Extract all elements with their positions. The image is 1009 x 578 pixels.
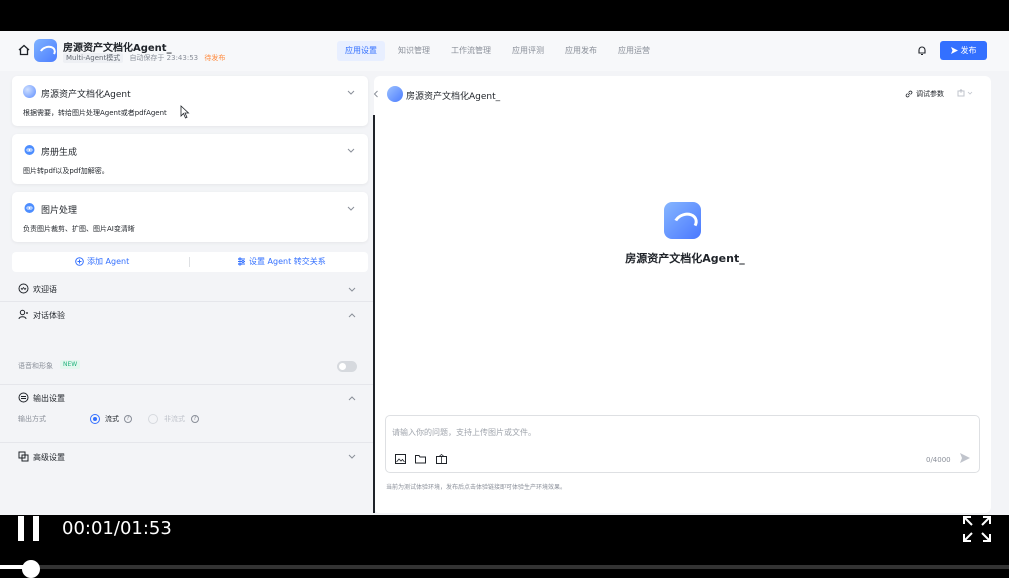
publish-label: 发布 bbox=[960, 46, 977, 55]
non-stream-label: 非流式 bbox=[164, 415, 185, 423]
voice-toggle[interactable] bbox=[337, 361, 357, 372]
set-transfer-button[interactable]: 设置 Agent 转交关系 bbox=[237, 256, 326, 267]
playback-time: 00:01/01:53 bbox=[62, 518, 172, 539]
new-badge: NEW bbox=[60, 360, 81, 369]
divider bbox=[0, 384, 373, 385]
video-controls: 00:01/01:53 bbox=[0, 515, 1009, 578]
chevron-down-icon[interactable] bbox=[348, 287, 356, 293]
welcome-icon bbox=[18, 283, 29, 294]
center-agent-logo bbox=[664, 202, 701, 239]
agent-name: 房源资产文档化Agent bbox=[41, 90, 131, 100]
chat-input[interactable] bbox=[385, 415, 980, 473]
add-agent-button[interactable]: 添加 Agent bbox=[75, 256, 129, 267]
divider bbox=[0, 442, 373, 443]
agent-card-main[interactable]: 房源资产文档化Agent 根据需要，转给图片处理Agent或者pdfAgent bbox=[12, 76, 368, 126]
package-icon[interactable] bbox=[436, 454, 447, 464]
bell-icon[interactable] bbox=[917, 45, 927, 56]
debug-params-button[interactable]: 调试参数 bbox=[905, 89, 944, 99]
top-header: 房源资产文档化Agent_ Multi-Agent模式 自动保存于 23:43:… bbox=[0, 31, 1009, 71]
voice-label: 语音和形象 bbox=[18, 362, 53, 370]
panel-divider[interactable] bbox=[373, 115, 375, 513]
preview-title: 房源资产文档化Agent_ bbox=[406, 92, 501, 102]
folder-icon[interactable] bbox=[415, 454, 426, 464]
send-icon[interactable] bbox=[959, 452, 971, 464]
autosave-text: 自动保存于 23:43:53 bbox=[129, 54, 199, 62]
status-badge: 待发布 bbox=[204, 54, 226, 62]
config-panel: 房源资产文档化Agent 根据需要，转给图片处理Agent或者pdfAgent … bbox=[0, 71, 373, 515]
tab-app-settings[interactable]: 应用设置 bbox=[337, 41, 385, 61]
output-mode-label: 输出方式 bbox=[18, 415, 46, 423]
gradient-ball-icon bbox=[23, 85, 36, 98]
tab-operation[interactable]: 应用运营 bbox=[610, 41, 658, 61]
output-icon bbox=[18, 392, 29, 403]
stream-radio[interactable] bbox=[90, 414, 100, 424]
agent-desc: 根据需要，转给图片处理Agent或者pdfAgent bbox=[23, 109, 167, 117]
help-icon[interactable]: ? bbox=[191, 415, 199, 423]
section-title: 欢迎语 bbox=[33, 285, 57, 294]
user-dialog-icon bbox=[18, 309, 28, 320]
app-logo bbox=[34, 39, 57, 62]
agent-desc: 图片转pdf以及pdf加解密。 bbox=[23, 167, 109, 175]
agent-desc: 负责图片裁剪、扩图、图片AI变清晰 bbox=[23, 225, 135, 233]
video-frame: 房源资产文档化Agent_ Multi-Agent模式 自动保存于 23:43:… bbox=[0, 0, 1009, 578]
fullscreen-icon[interactable] bbox=[963, 516, 991, 542]
tab-knowledge[interactable]: 知识管理 bbox=[390, 41, 438, 61]
progress-track[interactable] bbox=[0, 565, 1009, 569]
app-meta: Multi-Agent模式 自动保存于 23:43:53 待发布 bbox=[63, 53, 225, 63]
help-icon[interactable]: ? bbox=[124, 415, 132, 423]
stream-label: 流式 bbox=[105, 415, 119, 423]
settings-sliders-icon bbox=[238, 257, 245, 266]
section-title: 对话体验 bbox=[33, 311, 65, 320]
agent-card-brochure[interactable]: 房册生成 图片转pdf以及pdf加解密。 bbox=[12, 134, 368, 184]
chevron-down-icon[interactable] bbox=[347, 206, 355, 212]
section-title: 高级设置 bbox=[33, 453, 65, 462]
app-title: 房源资产文档化Agent_ bbox=[63, 43, 172, 54]
mode-badge: Multi-Agent模式 bbox=[63, 53, 124, 63]
section-title: 输出设置 bbox=[33, 394, 65, 403]
robot-icon bbox=[24, 203, 35, 213]
home-icon[interactable] bbox=[18, 44, 30, 56]
send-icon bbox=[950, 47, 958, 54]
agent-actions: 添加 Agent 设置 Agent 转交关系 bbox=[12, 252, 368, 272]
divider bbox=[189, 257, 190, 267]
chevron-down-icon[interactable] bbox=[347, 90, 355, 96]
main-tabs: 应用设置 知识管理 工作流管理 应用评测 应用发布 应用运营 bbox=[337, 41, 663, 61]
chevron-down-icon[interactable] bbox=[348, 454, 356, 460]
tab-workflow[interactable]: 工作流管理 bbox=[443, 41, 499, 61]
advanced-settings-icon bbox=[18, 451, 29, 462]
agent-name: 图片处理 bbox=[41, 206, 78, 216]
share-icon[interactable] bbox=[957, 89, 973, 97]
debug-label: 调试参数 bbox=[916, 90, 944, 98]
tab-release[interactable]: 应用发布 bbox=[557, 41, 605, 61]
add-agent-label: 添加 Agent bbox=[87, 257, 130, 266]
agent-avatar bbox=[387, 86, 403, 102]
non-stream-radio[interactable] bbox=[148, 414, 158, 424]
publish-button[interactable]: 发布 bbox=[940, 41, 987, 60]
set-transfer-label: 设置 Agent 转交关系 bbox=[249, 257, 326, 266]
chevron-left-icon[interactable] bbox=[371, 89, 381, 99]
pause-button[interactable] bbox=[18, 516, 40, 541]
chevron-up-icon[interactable] bbox=[348, 395, 356, 401]
center-title: 房源资产文档化Agent_ bbox=[625, 252, 745, 265]
chevron-up-icon[interactable] bbox=[348, 312, 356, 318]
progress-knob[interactable] bbox=[22, 560, 40, 578]
agent-name: 房册生成 bbox=[41, 148, 78, 158]
robot-icon bbox=[24, 145, 35, 155]
env-disclaimer: 当前为测试体验环境，发布后点击体验链接即可体验生产环境效果。 bbox=[386, 484, 567, 491]
tab-evaluation[interactable]: 应用评测 bbox=[504, 41, 552, 61]
agent-card-image[interactable]: 图片处理 负责图片裁剪、扩图、图片AI变清晰 bbox=[12, 192, 368, 242]
input-placeholder: 请输入你的问题，支持上传图片或文件。 bbox=[392, 428, 536, 437]
plus-circle-icon bbox=[75, 257, 84, 266]
app-window: 房源资产文档化Agent_ Multi-Agent模式 自动保存于 23:43:… bbox=[0, 31, 1009, 515]
char-counter: 0/4000 bbox=[926, 456, 951, 464]
image-upload-icon[interactable] bbox=[395, 454, 406, 464]
mouse-cursor-icon bbox=[180, 105, 190, 119]
link-icon bbox=[905, 90, 913, 98]
chevron-down-icon[interactable] bbox=[347, 148, 355, 154]
divider bbox=[0, 301, 373, 302]
